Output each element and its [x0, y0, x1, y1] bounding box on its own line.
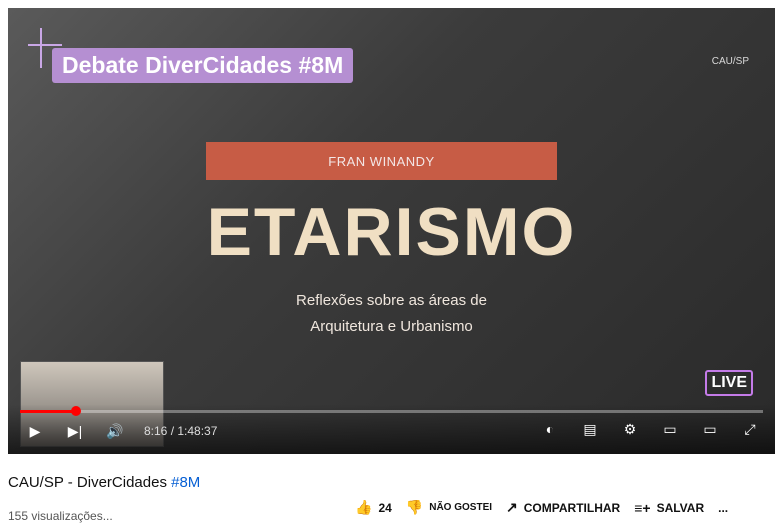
- thumbs-down-icon: 👎: [405, 499, 424, 515]
- share-label: COMPARTILHAR: [523, 500, 621, 515]
- plus-decoration: [40, 28, 42, 68]
- playlist-add-icon: ≡+: [634, 499, 651, 516]
- video-main-title: ETARISMO: [206, 194, 577, 270]
- more-actions-button[interactable]: ...: [718, 501, 728, 515]
- thumbs-up-icon: 👍: [355, 499, 373, 515]
- live-badge: LIVE: [705, 370, 753, 396]
- next-icon[interactable]: ▶|: [64, 420, 86, 442]
- volume-icon[interactable]: 🔊: [104, 420, 126, 442]
- save-button[interactable]: ≡+ SALVAR: [634, 500, 704, 516]
- controls-left: ▶ ▶| 🔊 8:16 / 1:48:37: [24, 420, 218, 442]
- progress-bar[interactable]: [20, 406, 763, 416]
- video-title: CAU/SP - DiverCidades #8M: [8, 474, 200, 491]
- theater-icon[interactable]: ▭: [699, 418, 721, 440]
- overlay-title: Debate DiverCidades #8M: [52, 48, 354, 83]
- like-button[interactable]: 👍 24: [355, 499, 392, 516]
- dislike-label: NÃO GOSTEI: [429, 502, 493, 513]
- plus-decoration: [28, 44, 62, 46]
- video-actions: 👍 24 👎 NÃO GOSTEI ↗ COMPARTILHAR ≡+ SALV…: [355, 499, 728, 516]
- dislike-button[interactable]: 👎 NÃO GOSTEI: [406, 499, 492, 516]
- save-label: SALVAR: [656, 500, 705, 515]
- video-title-text: CAU/SP - DiverCidades: [8, 474, 172, 491]
- progress-knob[interactable]: [71, 406, 82, 416]
- captions-icon[interactable]: ▤: [579, 418, 601, 440]
- share-button[interactable]: ↗ COMPARTILHAR: [506, 499, 620, 516]
- subtitle-line1: Reflexões sobre as áreas de: [296, 292, 487, 309]
- video-player[interactable]: Debate DiverCidades #8M CAU/SP FRAN WINA…: [8, 8, 775, 454]
- more-icon: ...: [718, 500, 729, 515]
- cau-logo: CAU/SP: [711, 56, 749, 67]
- video-title-hashtag[interactable]: #8M: [171, 474, 200, 491]
- controls-right: ◐ ▤ ⚙ ▭ ▭ ⤢: [539, 418, 761, 440]
- like-count: 24: [378, 500, 392, 515]
- time-display: 8:16 / 1:48:37: [144, 424, 218, 438]
- video-subtitle: Reflexões sobre as áreas de Arquitetura …: [8, 288, 775, 340]
- gear-icon[interactable]: ⚙: [619, 418, 641, 440]
- miniplayer-icon[interactable]: ▭: [659, 418, 681, 440]
- share-icon: ↗: [506, 499, 518, 515]
- play-icon[interactable]: ▶: [24, 420, 46, 442]
- speaker-banner: FRAN WINANDY: [206, 142, 557, 180]
- progress-fill: [20, 410, 77, 413]
- fullscreen-icon[interactable]: ⤢: [739, 418, 761, 440]
- subtitle-line2: Arquitetura e Urbanismo: [310, 318, 473, 335]
- view-count[interactable]: 155 visualizações...: [8, 509, 113, 523]
- autoplay-toggle-icon[interactable]: ◐: [539, 418, 561, 440]
- player-controls: ▶ ▶| 🔊 8:16 / 1:48:37 ◐ ▤ ⚙ ▭ ▭ ⤢: [8, 404, 775, 454]
